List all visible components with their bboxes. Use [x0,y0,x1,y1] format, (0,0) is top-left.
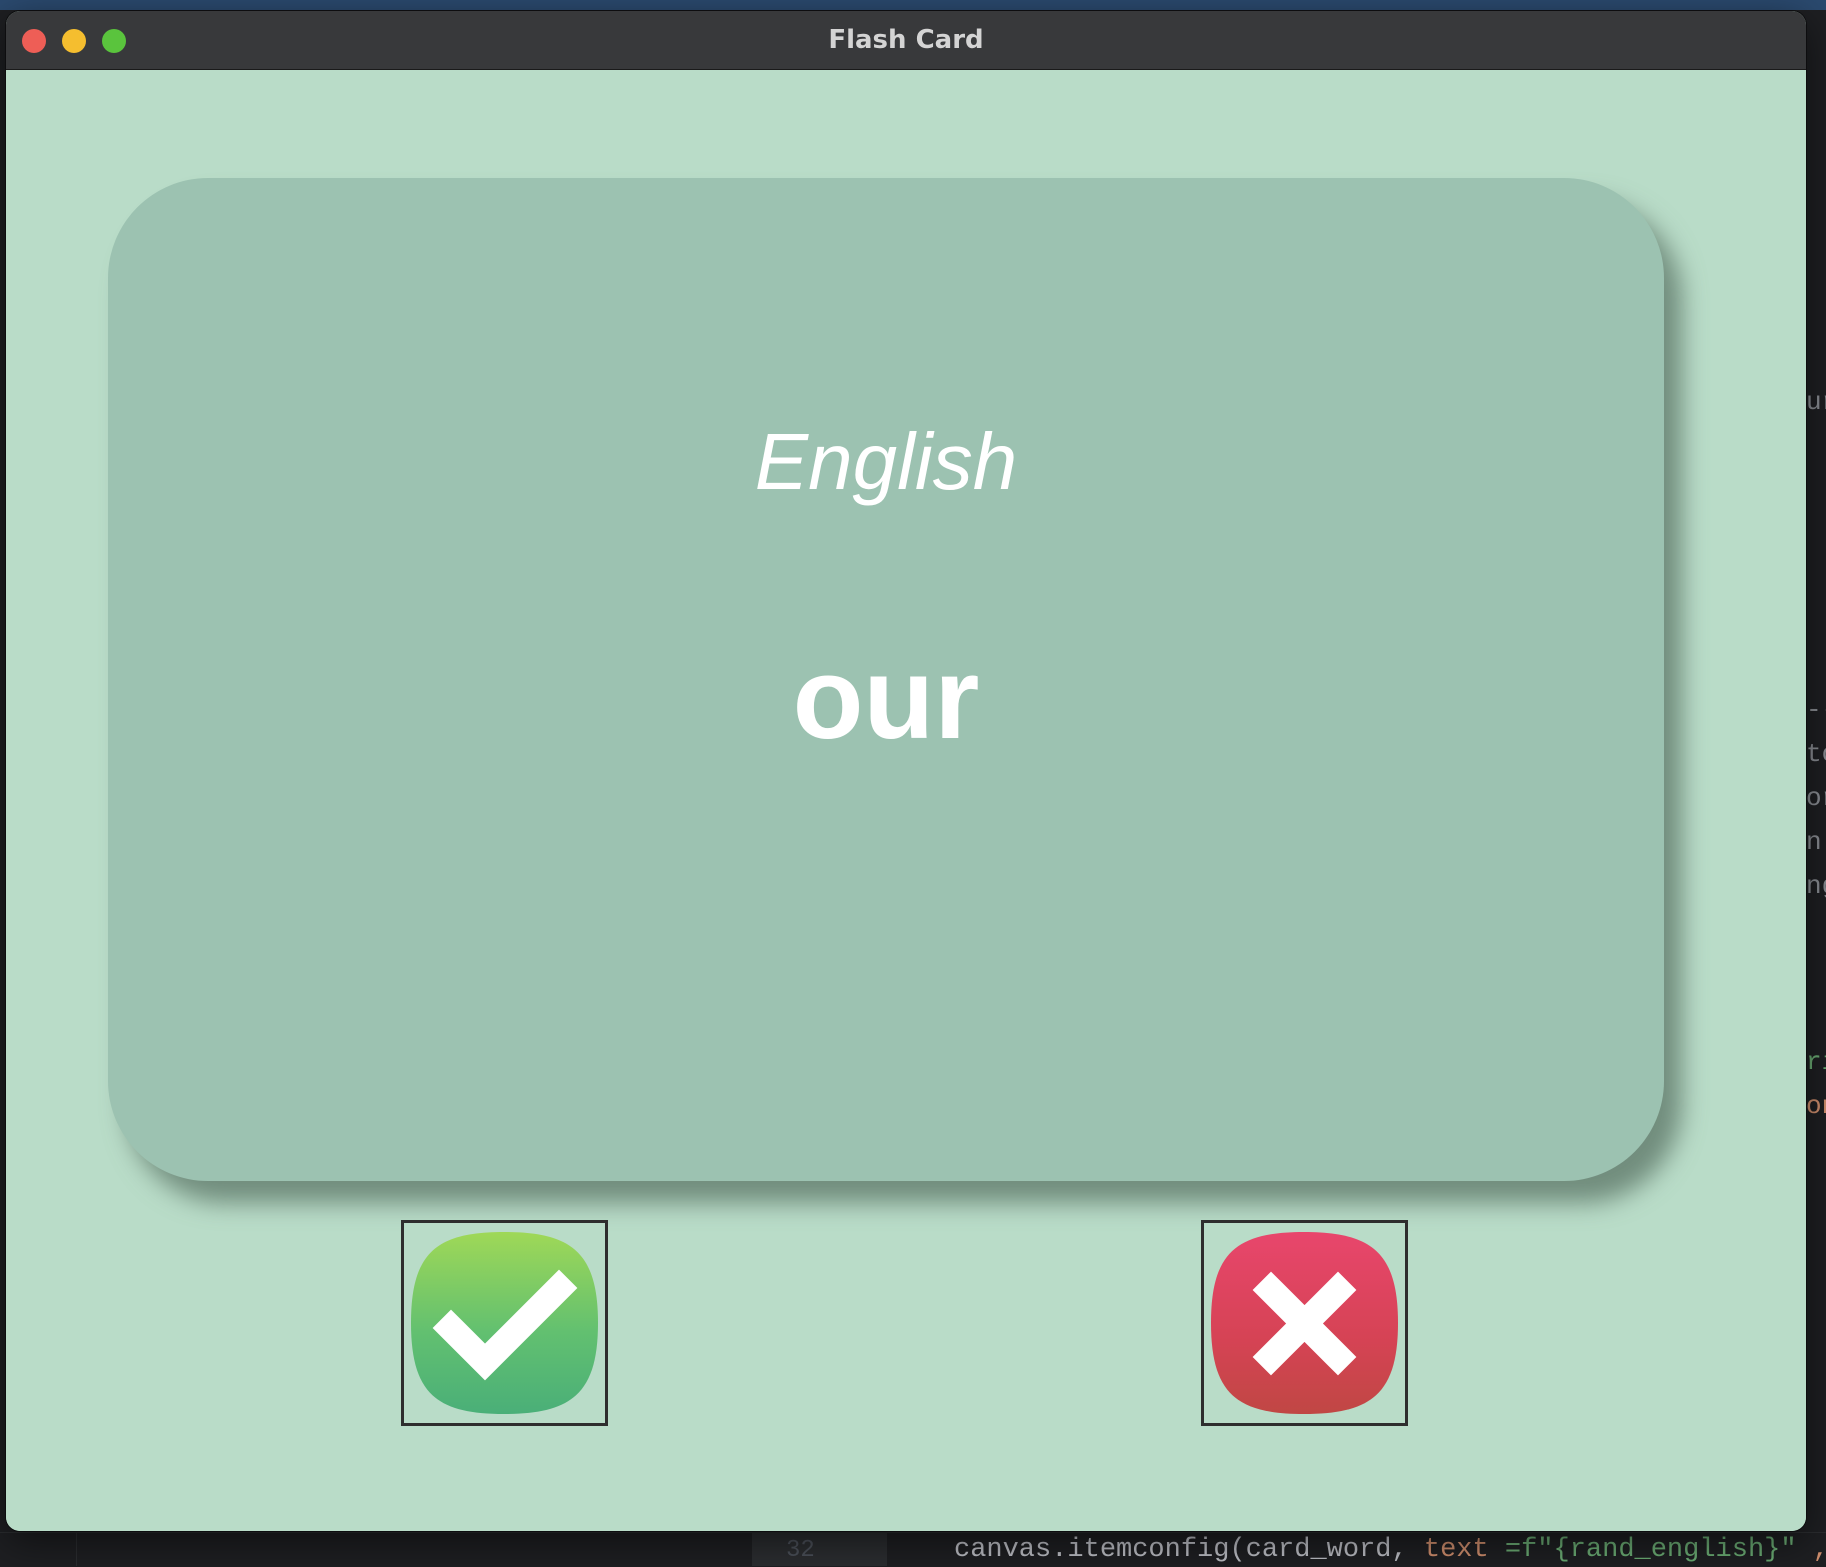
code-fragment [1806,908,1826,952]
window-titlebar[interactable]: Flash Card [6,11,1806,70]
code-fragment [1806,424,1826,468]
known-button[interactable] [401,1220,608,1426]
code-fragment: ur [1806,387,1826,417]
code-fragment: or [1806,783,1826,813]
flash-card: English our [108,178,1664,1181]
ide-code-line[interactable]: canvas.itemconfig(card_word, text =f"{ra… [954,1535,1826,1565]
code-suffix: ,fo [1797,1535,1826,1565]
ide-code-edge: ur -- to or n ng ri on [1806,380,1826,1128]
code-string: =f"{rand_english}" [1488,1535,1797,1565]
code-fragment [1806,556,1826,600]
app-canvas: English our [6,70,1806,1531]
code-fragment: n [1806,827,1822,857]
code-fragment: ri [1806,1047,1826,1077]
ide-line-number-area [752,1532,887,1566]
code-fragment [1806,600,1826,644]
code-fragment [1806,644,1826,688]
code-fragment: ng [1806,871,1826,901]
ide-line-number: 32 [786,1537,815,1564]
code-fragment [1806,952,1826,996]
code-prefix: canvas.itemconfig(card_word, [954,1535,1424,1565]
code-fragment: to [1806,739,1826,769]
code-keyword: text [1423,1535,1489,1565]
code-fragment: -- [1806,695,1826,725]
ide-top-bar [0,0,1826,10]
x-icon [1211,1232,1398,1414]
card-language-title: English [754,417,1018,506]
unknown-button[interactable] [1201,1220,1408,1426]
code-fragment [1806,468,1826,512]
code-fragment [1806,512,1826,556]
window-title: Flash Card [828,25,984,55]
card-word: our [792,633,980,763]
flash-card-window: Flash Card English our [6,11,1806,1531]
code-fragment: on [1806,1091,1826,1121]
checkmark-icon [411,1232,598,1414]
ide-gutter-divider [76,1532,77,1566]
code-fragment [1806,996,1826,1040]
